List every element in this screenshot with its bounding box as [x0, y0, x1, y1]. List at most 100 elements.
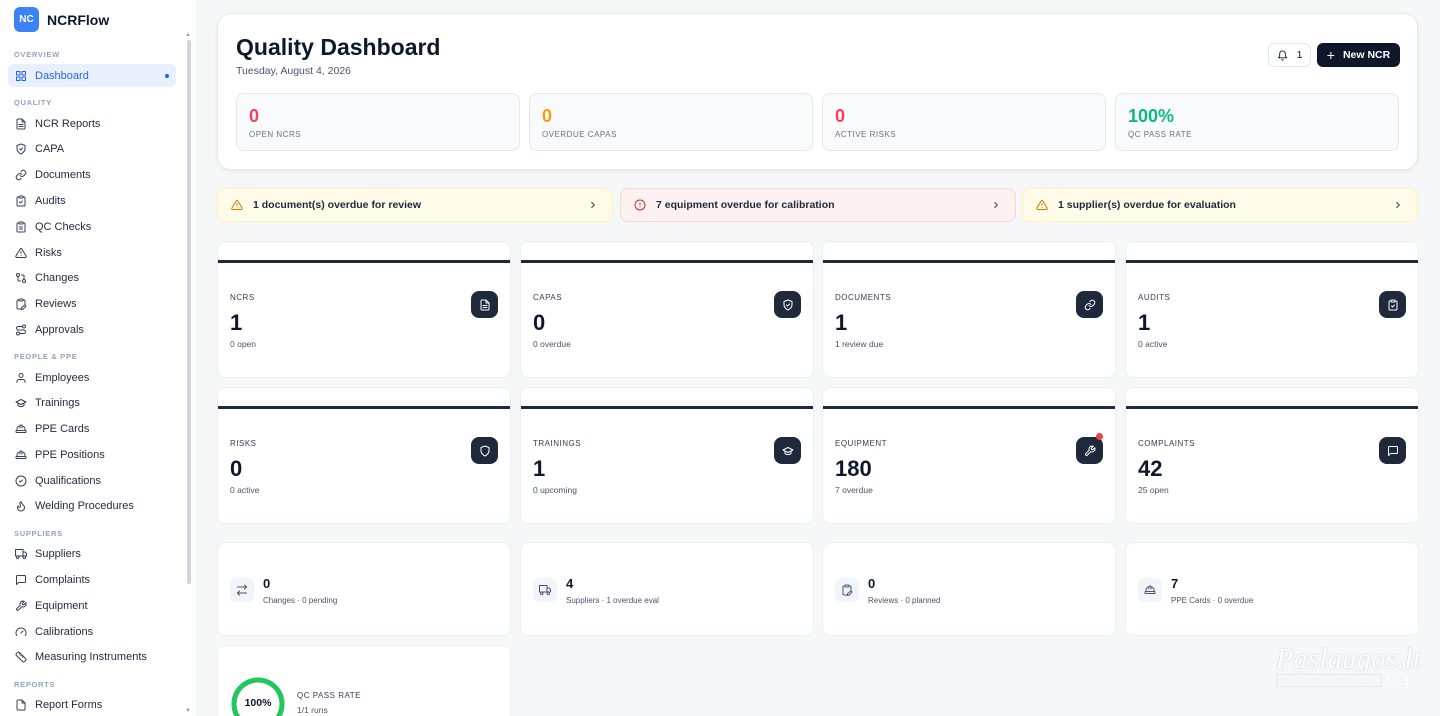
stat-card-capas[interactable]: CAPAS 0 0 overdue — [520, 241, 814, 378]
sidebar-scrollbar[interactable] — [187, 40, 191, 584]
card-accent-bar — [218, 406, 510, 409]
stat-card-ncrs[interactable]: NCRS 1 0 open — [217, 241, 511, 378]
wrench-icon — [15, 600, 27, 612]
message-square-icon — [15, 574, 27, 586]
card-subtext: 1 review due — [835, 339, 884, 349]
kpi-active-risks[interactable]: 0 ACTIVE RISKS — [822, 93, 1106, 151]
card-accent-bar — [521, 406, 813, 409]
sidebar-item-label: NCR Reports — [35, 117, 101, 130]
sidebar-item-report-forms[interactable]: Report Forms — [8, 693, 176, 716]
section-quality: QUALITY — [14, 98, 52, 107]
sidebar-item-employees[interactable]: Employees — [8, 366, 176, 389]
check-circle-icon — [15, 475, 27, 487]
summary-card-ppe[interactable]: 7 PPE Cards · 0 overdue — [1125, 542, 1419, 636]
sidebar-item-complaints[interactable]: Complaints — [8, 568, 176, 591]
qc-pass-rate-card[interactable]: 100% QC PASS RATE 1/1 runs — [217, 645, 511, 716]
flame-icon — [15, 500, 27, 512]
card-value: 1 — [230, 310, 243, 335]
card-label: AUDITS — [1138, 293, 1171, 302]
arrows-swap-icon — [230, 578, 254, 602]
summary-subtext: Suppliers · 1 overdue eval — [566, 596, 659, 605]
kpi-open-ncrs[interactable]: 0 OPEN NCRS — [236, 93, 520, 151]
card-accent-bar — [823, 406, 1115, 409]
watermark-tagline: PASLAUGŲ PORTALAS — [1278, 676, 1379, 685]
sidebar-item-label: QC Checks — [35, 220, 92, 233]
qc-progress-ring — [231, 677, 285, 716]
dashboard-header: Quality Dashboard Tuesday, August 4, 202… — [217, 13, 1418, 170]
sidebar-item-qc-checks[interactable]: QC Checks — [8, 215, 176, 238]
stat-card-trainings[interactable]: TRAININGS 1 0 upcoming — [520, 387, 814, 524]
card-label: RISKS — [230, 439, 257, 448]
sidebar-item-ppe-positions[interactable]: PPE Positions — [8, 443, 176, 466]
alert-supplier-evaluation[interactable]: 1 supplier(s) overdue for evaluation — [1022, 188, 1418, 222]
kpi-value: 0 — [542, 106, 553, 126]
sidebar-item-reviews[interactable]: Reviews — [8, 292, 176, 315]
message-square-icon — [1379, 437, 1406, 464]
sidebar: NC NCRFlow OVERVIEW QUALITY PEOPLE & PPE… — [0, 0, 196, 716]
sidebar-item-label: Equipment — [35, 599, 88, 612]
sidebar-item-measuring-instruments[interactable]: Measuring Instruments — [8, 645, 176, 668]
kpi-overdue-capas[interactable]: 0 OVERDUE CAPAS — [529, 93, 813, 151]
clipboard-check-icon — [1379, 291, 1406, 318]
notifications-button[interactable]: 1 — [1268, 43, 1311, 67]
ruler-icon — [15, 651, 27, 663]
shield-icon — [471, 437, 498, 464]
summary-card-changes[interactable]: 0 Changes · 0 pending — [217, 542, 511, 636]
hard-hat-icon — [1138, 578, 1162, 602]
new-ncr-button[interactable]: + New NCR — [1317, 43, 1400, 67]
stat-card-risks[interactable]: RISKS 0 0 active — [217, 387, 511, 524]
truck-icon — [15, 548, 27, 560]
sidebar-item-ppe-cards[interactable]: PPE Cards — [8, 417, 176, 440]
qc-ring-value: 100% — [244, 697, 272, 709]
sidebar-item-audits[interactable]: Audits — [8, 189, 176, 212]
kpi-value: 0 — [835, 106, 846, 126]
sidebar-item-label: Report Forms — [35, 698, 103, 711]
alert-documents-overdue[interactable]: 1 document(s) overdue for review — [217, 188, 613, 222]
scroll-up-arrow[interactable]: ▲ — [185, 32, 191, 38]
sidebar-item-label: PPE Cards — [35, 422, 90, 435]
sidebar-item-documents[interactable]: Documents — [8, 163, 176, 186]
sidebar-item-suppliers[interactable]: Suppliers — [8, 542, 176, 565]
app-logo[interactable]: NC NCRFlow — [14, 7, 109, 32]
sidebar-item-trainings[interactable]: Trainings — [8, 391, 176, 414]
sidebar-item-equipment[interactable]: Equipment — [8, 594, 176, 617]
stat-card-equipment[interactable]: EQUIPMENT 180 7 overdue — [822, 387, 1116, 524]
clipboard-edit-icon — [15, 298, 27, 310]
qc-runs: 1/1 runs — [297, 705, 328, 715]
sidebar-item-dashboard[interactable]: Dashboard — [8, 64, 176, 87]
alert-equipment-calibration[interactable]: 7 equipment overdue for calibration — [620, 188, 1016, 222]
scroll-down-arrow[interactable]: ▼ — [185, 708, 191, 714]
watermark-brand: Paslaugos.lt — [1276, 644, 1422, 675]
chevron-right-icon — [591, 201, 595, 209]
sidebar-item-risks[interactable]: Risks — [8, 241, 176, 264]
summary-value: 0 — [263, 576, 271, 591]
stat-card-documents[interactable]: DOCUMENTS 1 1 review due — [822, 241, 1116, 378]
stat-card-complaints[interactable]: COMPLAINTS 42 25 open — [1125, 387, 1419, 524]
summary-card-suppliers[interactable]: 4 Suppliers · 1 overdue eval — [520, 542, 814, 636]
sidebar-item-calibrations[interactable]: Calibrations — [8, 620, 176, 643]
card-subtext: 0 overdue — [533, 339, 571, 349]
card-label: COMPLAINTS — [1138, 439, 1196, 448]
alert-badge — [1096, 433, 1103, 440]
sidebar-item-welding-procedures[interactable]: Welding Procedures — [8, 494, 176, 517]
sidebar-item-ncr-reports[interactable]: NCR Reports — [8, 112, 176, 135]
clipboard-check-icon — [15, 195, 27, 207]
card-accent-bar — [1126, 406, 1418, 409]
summary-card-reviews[interactable]: 0 Reviews · 0 planned — [822, 542, 1116, 636]
sidebar-item-changes[interactable]: Changes — [8, 266, 176, 289]
chevron-right-icon — [1396, 201, 1400, 209]
sidebar-item-capa[interactable]: CAPA — [8, 137, 176, 160]
card-accent-bar — [521, 260, 813, 263]
grid-icon — [15, 70, 27, 82]
stat-card-audits[interactable]: AUDITS 1 0 active — [1125, 241, 1419, 378]
kpi-value: 0 — [249, 106, 260, 126]
warning-triangle-icon — [231, 199, 243, 211]
sidebar-item-label: CAPA — [35, 142, 65, 155]
sidebar-item-approvals[interactable]: Approvals — [8, 318, 176, 341]
summary-value: 7 — [1171, 576, 1179, 591]
card-label: DOCUMENTS — [835, 293, 892, 302]
kpi-qc-pass-rate[interactable]: 100% QC PASS RATE — [1115, 93, 1399, 151]
clipboard-list-icon — [15, 221, 27, 233]
active-dot — [165, 73, 169, 78]
sidebar-item-qualifications[interactable]: Qualifications — [8, 469, 176, 492]
